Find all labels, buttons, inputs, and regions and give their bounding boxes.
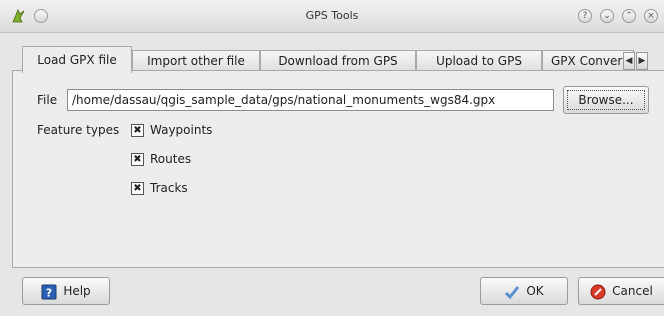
tab-label: Download from GPS: [278, 54, 398, 68]
title-bar: GPS Tools ? ⌄ ⌃ ×: [0, 0, 664, 33]
routes-checkbox[interactable]: ✖: [131, 153, 144, 166]
ok-button[interactable]: OK: [480, 277, 568, 305]
browse-button-label: Browse...: [567, 90, 645, 110]
tab-gpx-conversions[interactable]: GPX Convers: [542, 50, 634, 72]
checkmark-icon: [505, 285, 520, 299]
tab-label: Load GPX file: [37, 53, 117, 67]
help-question-icon[interactable]: ?: [578, 9, 592, 23]
help-book-icon: ?: [41, 284, 57, 299]
file-path-field[interactable]: /home/dassau/qgis_sample_data/gps/nation…: [67, 89, 554, 111]
minimize-icon[interactable]: ⌄: [600, 9, 614, 23]
svg-text:?: ?: [46, 286, 52, 299]
cancel-button-label: Cancel: [612, 284, 653, 298]
tab-download-from-gps[interactable]: Download from GPS: [260, 50, 416, 72]
feature-types-label: Feature types: [37, 123, 120, 137]
tab-upload-to-gps[interactable]: Upload to GPS: [416, 50, 542, 72]
waypoints-label: Waypoints: [150, 123, 213, 137]
file-label: File: [37, 93, 58, 107]
browse-button[interactable]: Browse...: [563, 86, 649, 114]
window-title: GPS Tools: [305, 9, 359, 22]
cancel-icon: [590, 284, 606, 299]
tab-load-gpx-file[interactable]: Load GPX file: [22, 46, 132, 73]
waypoints-checkbox[interactable]: ✖: [131, 124, 144, 137]
help-button-label: Help: [63, 284, 91, 298]
tracks-label: Tracks: [150, 181, 188, 195]
tab-import-other-file[interactable]: Import other file: [132, 50, 260, 72]
tab-scroll-right-icon[interactable]: ▶: [636, 52, 648, 70]
tab-label: Import other file: [147, 54, 245, 68]
help-button[interactable]: ? Help: [22, 277, 110, 305]
tab-scroll-left-icon[interactable]: ◀: [623, 52, 635, 70]
maximize-icon[interactable]: ⌃: [622, 9, 636, 23]
cancel-button[interactable]: Cancel: [578, 277, 664, 305]
tab-label: Upload to GPS: [436, 54, 522, 68]
tab-label: GPX Convers: [551, 54, 629, 68]
routes-label: Routes: [150, 152, 192, 166]
tracks-checkbox[interactable]: ✖: [131, 182, 144, 195]
ok-button-label: OK: [526, 284, 544, 298]
close-icon[interactable]: ×: [644, 9, 658, 23]
